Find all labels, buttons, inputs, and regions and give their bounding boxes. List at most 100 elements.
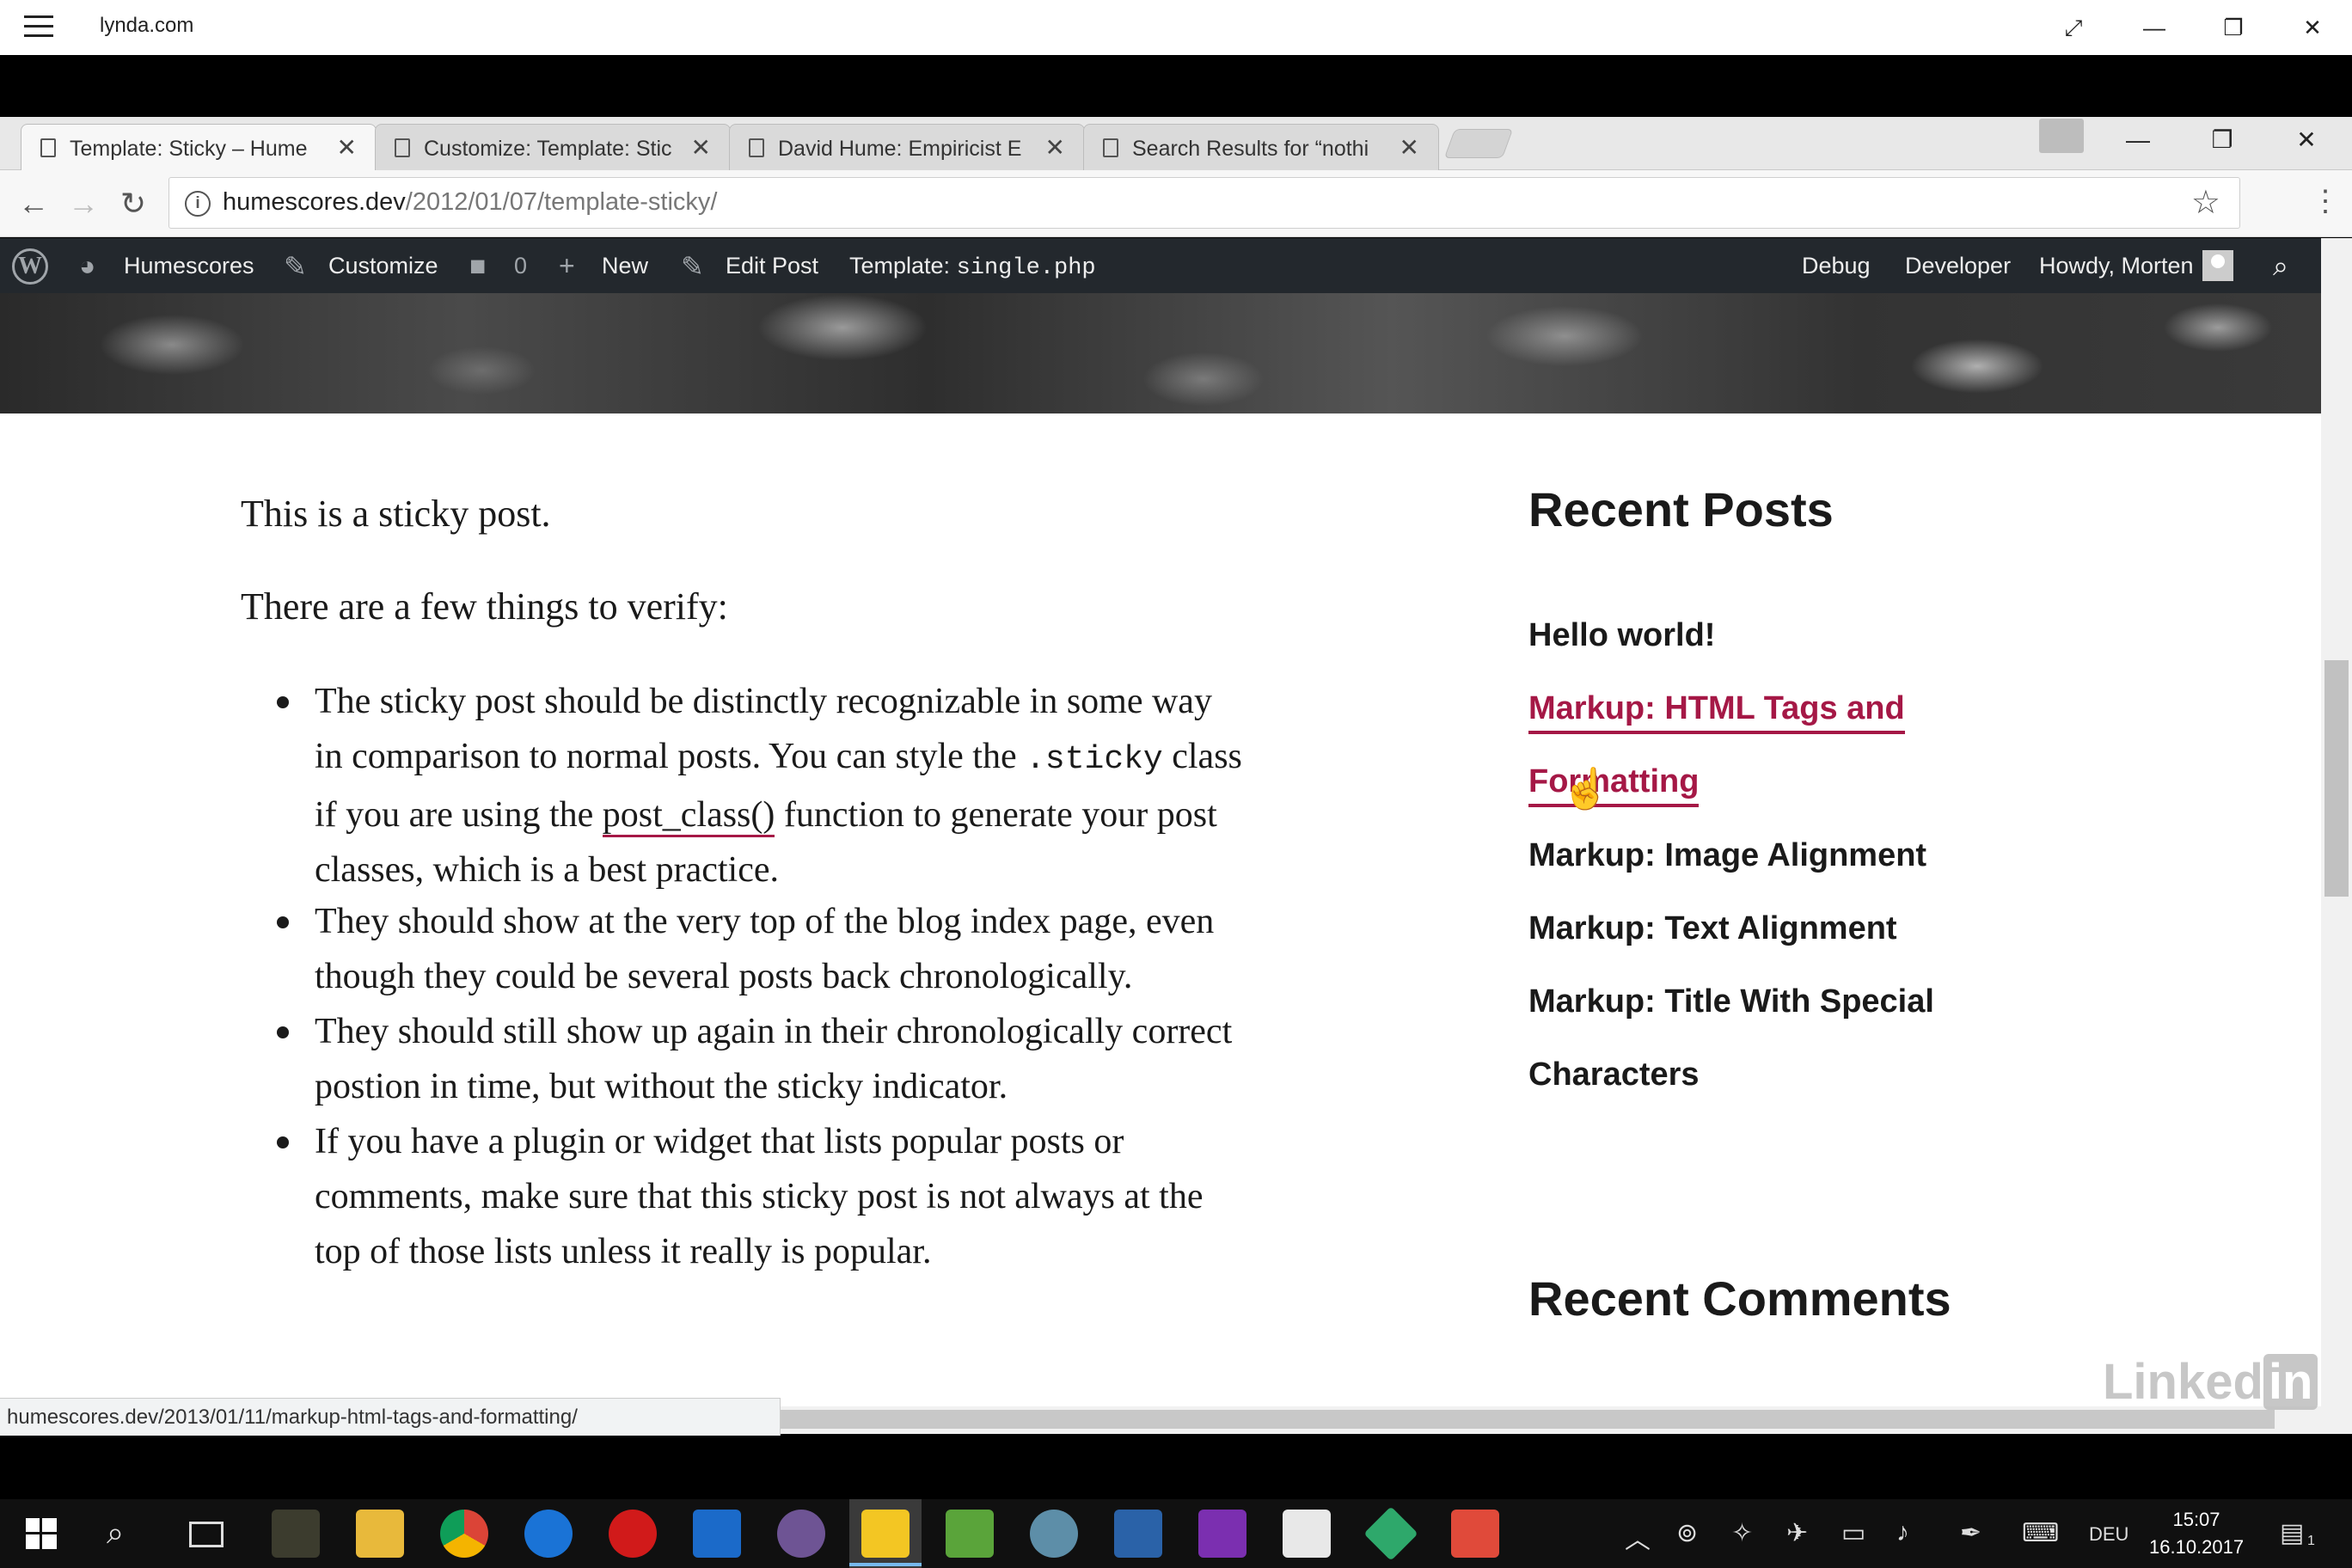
list-line: if you are using the post_class() functi… xyxy=(315,787,1355,842)
back-icon[interactable]: ← xyxy=(12,184,55,224)
reload-icon[interactable]: ↻ xyxy=(112,184,155,224)
edge-app-icon[interactable] xyxy=(524,1510,573,1558)
tab-search-results[interactable]: Search Results for “nothi ✕ xyxy=(1083,124,1439,170)
vertical-scrollbar-thumb[interactable] xyxy=(2324,660,2349,897)
list-line: The sticky post should be distinctly rec… xyxy=(315,682,1212,721)
notifications-icon[interactable]: ▤ xyxy=(2280,1518,2304,1548)
list-item: If you have a plugin or widget that list… xyxy=(315,1114,1355,1279)
tasks-app-icon[interactable] xyxy=(1114,1510,1162,1558)
list-line: They should still show up again in their… xyxy=(315,1012,1233,1051)
hamburger-menu-icon[interactable] xyxy=(24,15,53,40)
wordpress-logo-icon[interactable]: W xyxy=(12,248,48,285)
network-icon[interactable]: ⊚ xyxy=(1676,1518,1698,1548)
sublime-app-icon[interactable] xyxy=(1451,1510,1499,1558)
close-tab-icon[interactable]: ✕ xyxy=(1045,133,1065,162)
dashboard-icon: ◕ xyxy=(79,250,96,281)
search-icon[interactable]: ⌕ xyxy=(2273,250,2288,283)
keyboard-icon[interactable]: ⌨ xyxy=(2022,1518,2059,1548)
list-item: They should still show up again in their… xyxy=(315,1004,1355,1114)
horizontal-scrollbar-thumb[interactable] xyxy=(779,1410,2275,1429)
edit-post-link[interactable]: Edit Post xyxy=(726,253,818,279)
header-image xyxy=(0,293,2321,413)
typora-app-icon[interactable] xyxy=(1283,1510,1331,1558)
restore-button[interactable]: ❐ xyxy=(2199,7,2268,48)
document-icon xyxy=(40,138,56,157)
close-tab-icon[interactable]: ✕ xyxy=(691,133,711,162)
howdy-user-link[interactable]: Howdy, Morten xyxy=(2039,253,2194,279)
list-line: They should show at the very top of the … xyxy=(315,902,1215,941)
address-bar[interactable]: i humescores.dev/2012/01/07/template-sti… xyxy=(168,177,2240,229)
wp-admin-bar: W ◕ Humescores ✎ Customize ■ 0 + New ✎ E… xyxy=(0,238,2321,293)
tab-david-hume[interactable]: David Hume: Empiricist E ✕ xyxy=(729,124,1085,170)
profile-icon[interactable] xyxy=(2039,119,2084,153)
tab-label: Customize: Template: Stic xyxy=(424,137,672,161)
recent-post-link[interactable]: Formatting xyxy=(1528,763,1700,807)
tab-customize[interactable]: Customize: Template: Stic ✕ xyxy=(375,124,731,170)
battery-icon[interactable]: ▭ xyxy=(1841,1518,1865,1548)
close-tab-icon[interactable]: ✕ xyxy=(337,133,357,162)
chrome-app-icon[interactable] xyxy=(440,1510,488,1558)
clock[interactable]: 15:07 16.10.2017 xyxy=(2149,1506,2244,1561)
watermark-text: Linked xyxy=(2103,1354,2263,1410)
url-path: /2012/01/07/template-sticky/ xyxy=(405,188,718,216)
bullet xyxy=(277,696,289,708)
close-tab-icon[interactable]: ✕ xyxy=(1400,133,1419,162)
opera-app-icon[interactable] xyxy=(609,1510,657,1558)
terminal-app-icon[interactable] xyxy=(272,1510,320,1558)
bookmark-star-icon[interactable]: ☆ xyxy=(2191,183,2220,222)
post-paragraph: This is a sticky post. xyxy=(241,493,551,535)
git-app-icon[interactable] xyxy=(1363,1506,1418,1561)
evernote-app-icon[interactable] xyxy=(946,1510,994,1558)
search-icon[interactable]: ⌕ xyxy=(107,1515,124,1552)
text: function to generate your post xyxy=(775,795,1217,835)
airplane-icon[interactable]: ✈ xyxy=(1786,1518,1808,1548)
chrome-menu-icon[interactable]: ⋮ xyxy=(2311,184,2340,224)
list-line: though they could be several posts back … xyxy=(315,957,1133,996)
debug-link[interactable]: Debug xyxy=(1802,253,1871,279)
chrome-close-button[interactable]: ✕ xyxy=(2276,120,2337,160)
new-tab-button[interactable] xyxy=(1443,129,1514,158)
pen-icon[interactable]: ✒ xyxy=(1960,1518,1981,1548)
tab-label: David Hume: Empiricist E xyxy=(778,137,1022,161)
file-explorer-icon[interactable] xyxy=(356,1510,404,1558)
tab-template-sticky[interactable]: Template: Sticky – Hume ✕ xyxy=(21,124,377,170)
chrome-minimize-button[interactable]: — xyxy=(2108,120,2168,160)
recent-posts-heading: Recent Posts xyxy=(1528,482,1834,536)
minimize-button[interactable]: — xyxy=(2120,7,2189,48)
forward-icon[interactable]: → xyxy=(62,184,105,224)
recent-post-link[interactable]: Markup: HTML Tags and xyxy=(1528,690,1905,734)
close-button[interactable]: ✕ xyxy=(2278,7,2347,48)
recent-post-link[interactable]: Markup: Text Alignment xyxy=(1528,910,1897,947)
fullscreen-icon[interactable]: ⤢ xyxy=(2039,7,2108,48)
outlook-app-icon[interactable] xyxy=(693,1510,741,1558)
new-link[interactable]: New xyxy=(602,253,648,279)
info-icon[interactable]: i xyxy=(185,191,211,217)
list-line: classes, which is a best practice. xyxy=(315,850,779,890)
recent-post-link[interactable]: Characters xyxy=(1528,1057,1700,1093)
task-view-icon[interactable] xyxy=(189,1522,224,1547)
developer-link[interactable]: Developer xyxy=(1905,253,2011,279)
onenote-app-icon[interactable] xyxy=(1198,1510,1246,1558)
chevron-up-icon[interactable]: ︿ xyxy=(1625,1518,1651,1556)
clock-date: 16.10.2017 xyxy=(2149,1536,2245,1558)
recent-post-link[interactable]: Markup: Title With Special xyxy=(1528,983,1934,1020)
avatar[interactable] xyxy=(2202,250,2233,281)
recent-post-link[interactable]: Markup: Image Alignment xyxy=(1528,837,1926,874)
dropbox-icon[interactable]: ✧ xyxy=(1731,1518,1753,1548)
brush-icon: ✎ xyxy=(284,251,307,282)
comments-count[interactable]: 0 xyxy=(514,253,527,279)
recent-post-link[interactable]: Hello world! xyxy=(1528,617,1715,654)
windows-start-icon[interactable] xyxy=(26,1518,57,1549)
language-indicator[interactable]: DEU xyxy=(2089,1523,2128,1546)
lynda-app-icon-active[interactable] xyxy=(861,1510,910,1558)
chrome-restore-button[interactable]: ❐ xyxy=(2192,120,2252,160)
volume-icon[interactable]: ♪ xyxy=(1896,1518,1909,1547)
customize-link[interactable]: Customize xyxy=(328,253,438,279)
pencil-icon: ✎ xyxy=(681,251,704,282)
list-item: The sticky post should be distinctly rec… xyxy=(315,674,1355,897)
site-name-link[interactable]: Humescores xyxy=(124,253,254,279)
browser-app-icon[interactable] xyxy=(1030,1510,1078,1558)
github-app-icon[interactable] xyxy=(777,1510,825,1558)
post-class-link[interactable]: post_class() xyxy=(602,795,775,837)
taskbar: ⌕ ︿ ⊚ ✧ ✈ ▭ ♪ ✒ ⌨ DEU 15:07 16.10.2017 ▤… xyxy=(0,1499,2352,1568)
